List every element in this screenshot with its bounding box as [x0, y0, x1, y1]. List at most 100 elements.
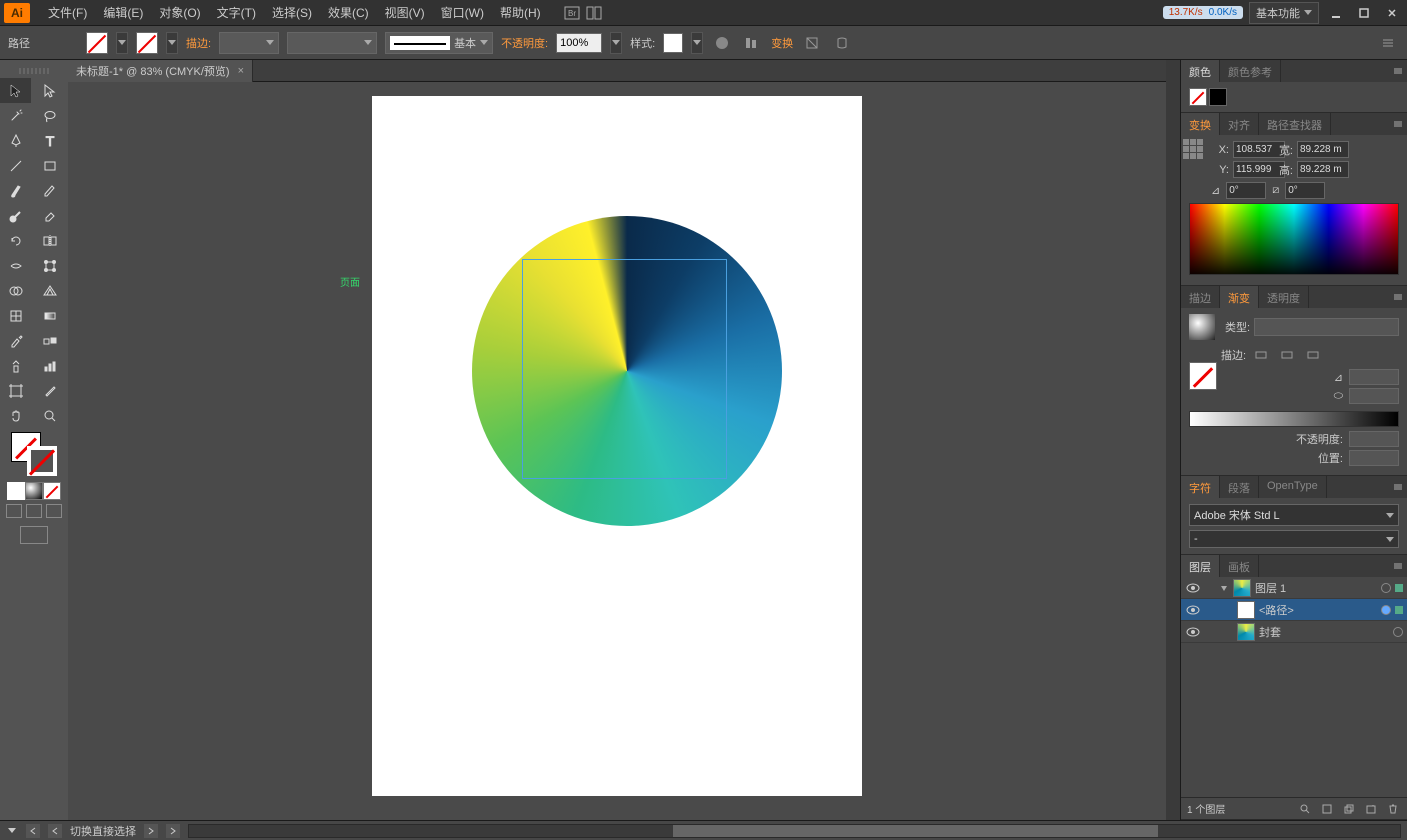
menu-select[interactable]: 选择(S)	[264, 0, 320, 25]
transform-label[interactable]: 变换	[771, 35, 793, 51]
draw-behind[interactable]	[26, 504, 42, 518]
delete-layer-icon[interactable]	[1385, 801, 1401, 817]
magic-wand-tool[interactable]	[0, 103, 31, 128]
screen-mode[interactable]	[20, 526, 48, 544]
type-tool[interactable]: T	[34, 128, 65, 153]
tab-artboards[interactable]: 画板	[1220, 555, 1259, 577]
eyedropper-tool[interactable]	[0, 328, 31, 353]
scroll-left-icon[interactable]	[26, 824, 40, 838]
recolor-icon[interactable]	[711, 32, 733, 54]
arrange-icon[interactable]	[583, 2, 605, 24]
free-transform-tool[interactable]	[34, 253, 65, 278]
vertical-scrollbar[interactable]	[1166, 60, 1180, 820]
canvas[interactable]: 页面	[68, 82, 1166, 820]
artboard-tool[interactable]	[0, 378, 31, 403]
style-swatch[interactable]	[663, 33, 683, 53]
gradient-panel-menu-icon[interactable]	[1389, 286, 1407, 308]
lasso-tool[interactable]	[34, 103, 65, 128]
menu-type[interactable]: 文字(T)	[209, 0, 264, 25]
target-icon[interactable]	[1393, 627, 1403, 637]
w-input[interactable]	[1297, 141, 1349, 158]
h-input[interactable]	[1297, 161, 1349, 178]
line-tool[interactable]	[0, 153, 31, 178]
eraser-tool[interactable]	[34, 203, 65, 228]
layer-name[interactable]: 图层 1	[1255, 580, 1377, 596]
solid-color-mode[interactable]	[7, 482, 25, 500]
layer-name[interactable]: <路径>	[1259, 602, 1377, 618]
gradient-type-select[interactable]	[1254, 318, 1399, 336]
fill-dropdown[interactable]	[116, 32, 128, 54]
rotate-tool[interactable]	[0, 228, 31, 253]
brush-tool[interactable]	[0, 178, 31, 203]
menu-view[interactable]: 视图(V)	[377, 0, 433, 25]
layer-row[interactable]: <路径>	[1181, 599, 1407, 621]
selection-tool[interactable]	[0, 78, 31, 103]
font-family-select[interactable]: Adobe 宋体 Std L	[1189, 504, 1399, 526]
new-layer-icon[interactable]	[1363, 801, 1379, 817]
scroll-right-icon[interactable]	[144, 824, 158, 838]
gradient-slider[interactable]	[1189, 411, 1399, 427]
minimize-button[interactable]	[1325, 4, 1347, 22]
menu-edit[interactable]: 编辑(E)	[95, 0, 151, 25]
tab-stroke[interactable]: 描边	[1181, 286, 1220, 308]
draw-inside[interactable]	[46, 504, 62, 518]
transform-panel-menu-icon[interactable]	[1389, 113, 1407, 135]
workspace-dropdown[interactable]: 基本功能	[1249, 2, 1319, 24]
zoom-tool[interactable]	[34, 403, 65, 428]
tab-opentype[interactable]: OpenType	[1259, 476, 1327, 498]
visibility-icon[interactable]	[1185, 624, 1201, 640]
opacity-input[interactable]	[556, 33, 602, 53]
slice-tool[interactable]	[34, 378, 65, 403]
menu-effect[interactable]: 效果(C)	[320, 0, 377, 25]
expand-icon[interactable]	[1219, 583, 1229, 593]
scroll-left2-icon[interactable]	[48, 824, 62, 838]
none-mode[interactable]	[43, 482, 61, 500]
toolbox-grip[interactable]	[19, 68, 49, 74]
gradient-preview[interactable]	[1189, 314, 1215, 340]
scroll-right2-icon[interactable]	[166, 824, 180, 838]
layer-row[interactable]: 图层 1	[1181, 577, 1407, 599]
width-tool[interactable]	[0, 253, 31, 278]
menu-file[interactable]: 文件(F)	[40, 0, 95, 25]
tab-color[interactable]: 颜色	[1181, 60, 1220, 82]
document-tab[interactable]: 未标题-1* @ 83% (CMYK/预览) ×	[68, 60, 253, 82]
stroke-align-1-icon[interactable]	[1250, 344, 1272, 366]
horizontal-scrollbar[interactable]	[188, 824, 1401, 838]
locate-icon[interactable]	[1297, 801, 1313, 817]
visibility-icon[interactable]	[1185, 602, 1201, 618]
layers-panel-menu-icon[interactable]	[1389, 555, 1407, 577]
stroke-weight-select[interactable]	[219, 32, 279, 54]
isolate-icon[interactable]	[801, 32, 823, 54]
pencil-tool[interactable]	[34, 178, 65, 203]
menu-window[interactable]: 窗口(W)	[433, 0, 492, 25]
control-menu-icon[interactable]	[1377, 32, 1399, 54]
color-fill-swatch[interactable]	[1189, 88, 1207, 106]
tab-close-icon[interactable]: ×	[238, 65, 244, 77]
hand-tool[interactable]	[0, 403, 31, 428]
align-icon[interactable]	[741, 32, 763, 54]
stroke-swatch[interactable]	[136, 32, 158, 54]
stop-opacity-input[interactable]	[1349, 431, 1399, 447]
maximize-button[interactable]	[1353, 4, 1375, 22]
target-icon[interactable]	[1381, 583, 1391, 593]
style-dropdown[interactable]	[691, 32, 703, 54]
gradient-swatch[interactable]	[1189, 362, 1217, 390]
blob-brush-tool[interactable]	[0, 203, 31, 228]
stroke-dropdown[interactable]	[166, 32, 178, 54]
brush-select[interactable]: 基本	[385, 32, 493, 54]
bridge-icon[interactable]: Br	[561, 2, 583, 24]
stop-position-input[interactable]	[1349, 450, 1399, 466]
font-style-select[interactable]: -	[1189, 530, 1399, 548]
mask-icon[interactable]	[831, 32, 853, 54]
new-sublayer-icon[interactable]	[1341, 801, 1357, 817]
visibility-icon[interactable]	[1185, 580, 1201, 596]
layer-row[interactable]: 封套	[1181, 621, 1407, 643]
close-button[interactable]	[1381, 4, 1403, 22]
shape-builder-tool[interactable]	[0, 278, 31, 303]
gradient-mode[interactable]	[25, 482, 43, 500]
tab-character[interactable]: 字符	[1181, 476, 1220, 498]
tab-transparency[interactable]: 透明度	[1259, 286, 1309, 308]
blend-tool[interactable]	[34, 328, 65, 353]
mask-icon[interactable]	[1319, 801, 1335, 817]
opacity-dropdown[interactable]	[610, 32, 622, 54]
